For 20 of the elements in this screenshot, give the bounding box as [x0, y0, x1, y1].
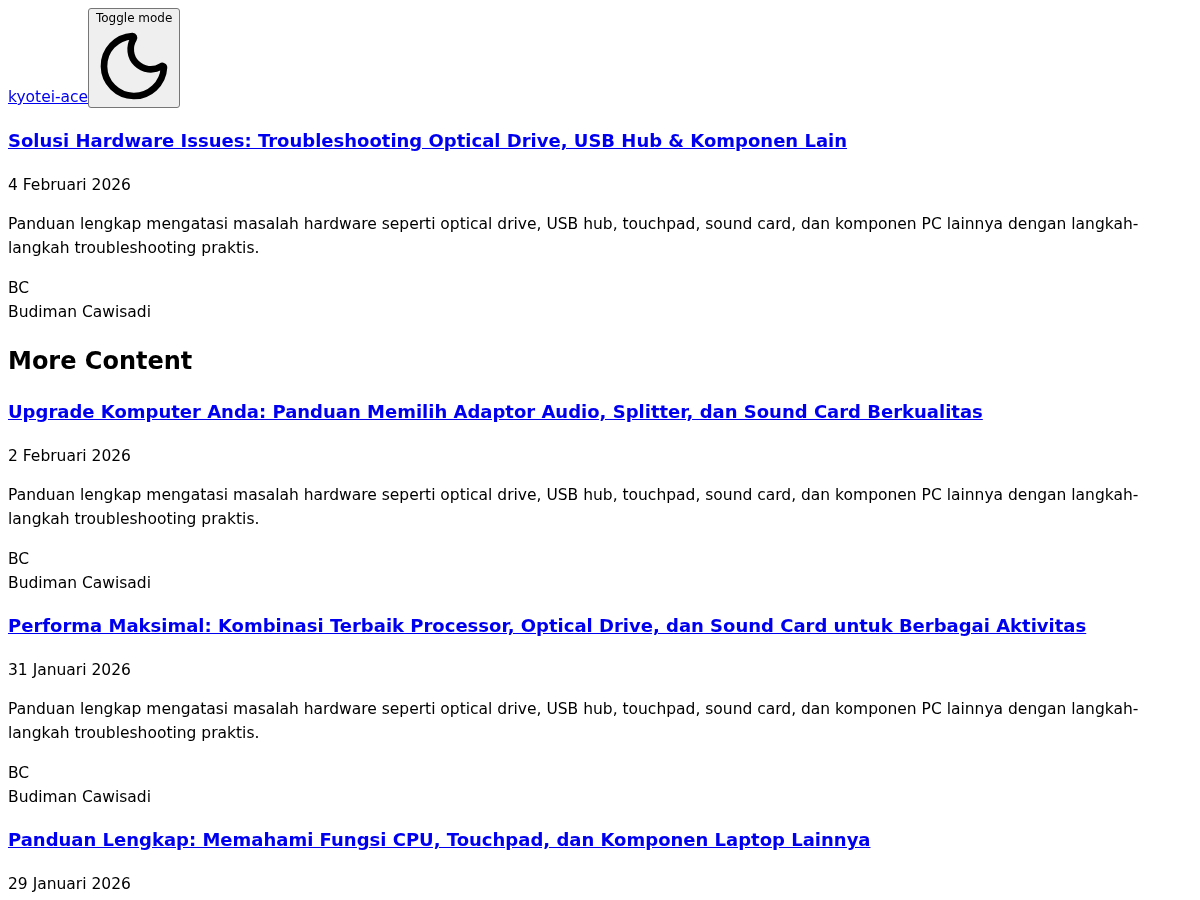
author-name: Budiman Cawisadi	[8, 573, 151, 594]
post-date: 4 Februari 2026	[8, 175, 131, 196]
author-initials: BC	[8, 549, 30, 570]
section-heading: More Content	[8, 346, 193, 377]
author-name: Budiman Cawisadi	[8, 787, 151, 808]
site-link[interactable]: kyotei-ace	[8, 87, 89, 108]
post-excerpt: Panduan lengkap mengatasi masalah hardware seperti optical drive, USB hub, touchpad, sound card, dan komponen PC lainnya dengan langkah-langkah troubleshooting praktis.	[8, 485, 1140, 530]
post-date: 2 Februari 2026	[8, 446, 131, 467]
post-title-link[interactable]: Performa Maksimal: Kombinasi Terbaik Processor, Optical Drive, dan Sound Card untuk Berbagai Aktivitas	[8, 615, 1087, 636]
post-title-link[interactable]: Upgrade Komputer Anda: Panduan Memilih Adaptor Audio, Splitter, dan Sound Card Berkualitas	[8, 401, 983, 422]
post-date: 31 Januari 2026	[8, 660, 131, 681]
author-initials: BC	[8, 278, 30, 299]
post-excerpt: Panduan lengkap mengatasi masalah hardware seperti optical drive, USB hub, touchpad, sound card, dan komponen PC lainnya dengan langkah-langkah troubleshooting praktis.	[8, 699, 1140, 744]
post-excerpt: Panduan lengkap mengatasi masalah hardware seperti optical drive, USB hub, touchpad, sound card, dan komponen PC lainnya dengan langkah-langkah troubleshooting praktis.	[8, 214, 1140, 259]
post-title-link[interactable]: Solusi Hardware Issues: Troubleshooting Optical Drive, USB Hub & Komponen Lain	[8, 130, 848, 151]
author-name: Budiman Cawisadi	[8, 302, 151, 323]
toggle-mode-button[interactable]: Toggle mode	[88, 8, 181, 108]
post-date: 29 Januari 2026	[8, 874, 131, 895]
post-title-link[interactable]: Panduan Lengkap: Memahami Fungsi CPU, Touchpad, dan Komponen Laptop Lainnya	[8, 829, 871, 850]
author-initials: BC	[8, 763, 30, 784]
